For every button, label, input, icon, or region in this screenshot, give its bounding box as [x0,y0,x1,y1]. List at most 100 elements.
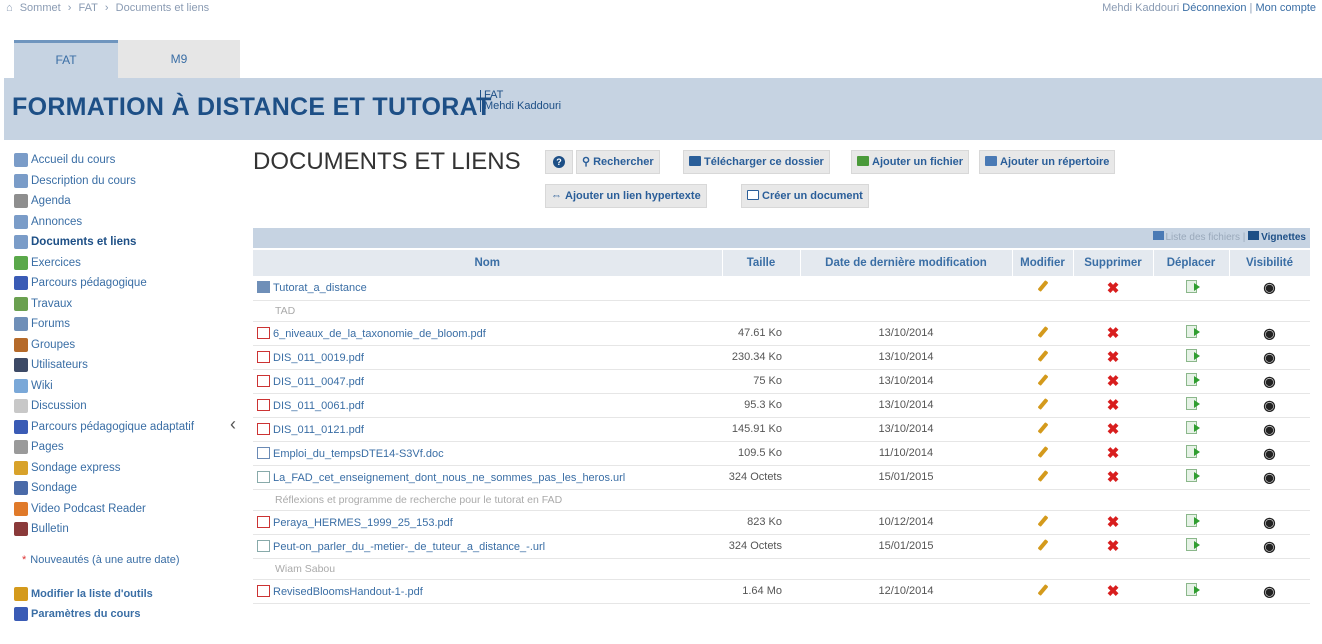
sidebar-item[interactable]: Annonces [14,212,228,233]
visibility-eye-icon[interactable]: ◉ [1263,325,1275,341]
column-size[interactable]: Taille [722,250,801,276]
table-row: DIS_011_0061.pdf 95.3 Ko 13/10/2014 ✖ ◉ [253,393,1310,418]
visibility-eye-icon[interactable]: ◉ [1263,514,1275,530]
tab-fat[interactable]: FAT [14,40,118,78]
file-link[interactable]: RevisedBloomsHandout-1-.pdf [273,586,423,598]
pencil-icon[interactable] [1037,397,1048,410]
sidebar-item[interactable]: Travaux [14,294,228,315]
visibility-eye-icon[interactable]: ◉ [1263,538,1275,554]
pencil-icon[interactable] [1037,373,1048,386]
file-link[interactable]: Peraya_HERMES_1999_25_153.pdf [273,517,453,529]
sidebar-admin-item[interactable]: Modifier la liste d'outils [14,584,228,605]
file-link[interactable]: DIS_011_0047.pdf [273,376,364,388]
column-name[interactable]: Nom [253,250,723,276]
download-folder-button[interactable]: Télécharger ce dossier [683,150,830,174]
breadcrumb-item[interactable]: Sommet [20,2,61,14]
visibility-eye-icon[interactable]: ◉ [1263,583,1275,599]
add-link-button[interactable]: ⇔ Ajouter un lien hypertexte [545,184,707,208]
move-icon[interactable] [1185,421,1200,434]
delete-icon[interactable]: ✖ [1107,397,1120,414]
visibility-eye-icon[interactable]: ◉ [1263,469,1275,485]
file-link[interactable]: Tutorat_a_distance [273,282,367,294]
delete-icon[interactable]: ✖ [1107,280,1120,297]
move-icon[interactable] [1185,538,1200,551]
visibility-eye-icon[interactable]: ◉ [1263,279,1275,295]
move-icon[interactable] [1185,469,1200,482]
search-button[interactable]: ⚲ Rechercher [576,150,660,174]
sidebar-item[interactable]: Discussion [14,396,228,417]
file-link[interactable]: 6_niveaux_de_la_taxonomie_de_bloom.pdf [273,328,486,340]
breadcrumb-item[interactable]: Documents et liens [116,2,210,14]
sidebar-item[interactable]: Utilisateurs [14,355,228,376]
sidebar-item[interactable]: Parcours pédagogique adaptatif [14,417,228,438]
sidebar-item[interactable]: Wiki [14,376,228,397]
help-button[interactable]: ? [545,150,573,174]
table-row: Peut-on_parler_du_-metier-_de_tuteur_a_d… [253,534,1310,559]
move-icon[interactable] [1185,583,1200,596]
pencil-icon[interactable] [1037,583,1048,596]
pencil-icon[interactable] [1037,349,1048,362]
sidebar-item[interactable]: Sondage [14,478,228,499]
file-link[interactable]: Peut-on_parler_du_-metier-_de_tuteur_a_d… [273,541,545,553]
sidebar-item[interactable]: Sondage express [14,458,228,479]
sidebar-item[interactable]: Agenda [14,191,228,212]
visibility-eye-icon[interactable]: ◉ [1263,397,1275,413]
file-link[interactable]: La_FAD_cet_enseignement_dont_nous_ne_som… [273,472,625,484]
move-icon[interactable] [1185,325,1200,338]
delete-icon[interactable]: ✖ [1107,373,1120,390]
visibility-eye-icon[interactable]: ◉ [1263,421,1275,437]
sidebar-item[interactable]: Description du cours [14,171,228,192]
sidebar-item[interactable]: Groupes [14,335,228,356]
delete-icon[interactable]: ✖ [1107,349,1120,366]
sidebar-item[interactable]: Pages [14,437,228,458]
sidebar-admin-item[interactable]: Paramètres du cours [14,604,228,625]
create-document-button[interactable]: Créer un document [741,184,869,208]
sidebar-item[interactable]: Parcours pédagogique [14,273,228,294]
collapse-sidebar-icon[interactable]: ‹ [230,414,236,435]
pencil-icon[interactable] [1037,421,1048,434]
add-directory-button[interactable]: Ajouter un répertoire [979,150,1116,174]
delete-icon[interactable]: ✖ [1107,469,1120,486]
pencil-icon[interactable] [1037,445,1048,458]
logout-link[interactable]: Déconnexion [1182,2,1246,14]
move-icon[interactable] [1185,514,1200,527]
move-icon[interactable] [1185,349,1200,362]
move-icon[interactable] [1185,279,1200,293]
move-icon[interactable] [1185,445,1200,458]
delete-icon[interactable]: ✖ [1107,325,1120,342]
breadcrumb-home-icon[interactable]: ⌂ [6,2,13,14]
pencil-icon[interactable] [1037,280,1048,293]
sidebar-item[interactable]: Video Podcast Reader [14,499,228,520]
file-link[interactable]: DIS_011_0019.pdf [273,352,364,364]
column-date[interactable]: Date de dernière modification [800,250,1013,276]
sidebar-item[interactable]: Bulletin [14,519,228,540]
move-icon[interactable] [1185,373,1200,386]
delete-icon[interactable]: ✖ [1107,514,1120,531]
breadcrumb-item[interactable]: FAT [78,2,97,14]
sidebar-item[interactable]: Documents et liens [14,232,228,253]
delete-icon[interactable]: ✖ [1107,538,1120,555]
visibility-eye-icon[interactable]: ◉ [1263,445,1275,461]
sidebar-item[interactable]: Accueil du cours [14,150,228,171]
file-link[interactable]: Emploi_du_tempsDTE14-S3Vf.doc [273,448,444,460]
pencil-icon[interactable] [1037,538,1048,551]
list-view-link[interactable]: Liste des fichiers [1166,232,1240,243]
tab-m9[interactable]: M9 [118,40,240,78]
sidebar-item[interactable]: Forums [14,314,228,335]
visibility-eye-icon[interactable]: ◉ [1263,349,1275,365]
add-file-button[interactable]: Ajouter un fichier [851,150,970,174]
file-link[interactable]: DIS_011_0121.pdf [273,424,364,436]
delete-icon[interactable]: ✖ [1107,421,1120,438]
course-title[interactable]: FORMATION À DISTANCE ET TUTORAT [12,93,492,122]
thumbnail-view-link[interactable]: Vignettes [1261,232,1306,243]
pencil-icon[interactable] [1037,469,1048,482]
sidebar-item[interactable]: Exercices [14,253,228,274]
visibility-eye-icon[interactable]: ◉ [1263,373,1275,389]
my-account-link[interactable]: Mon compte [1255,2,1316,14]
pencil-icon[interactable] [1037,514,1048,527]
move-icon[interactable] [1185,397,1200,410]
delete-icon[interactable]: ✖ [1107,583,1120,600]
file-link[interactable]: DIS_011_0061.pdf [273,400,364,412]
delete-icon[interactable]: ✖ [1107,445,1120,462]
pencil-icon[interactable] [1037,325,1048,338]
